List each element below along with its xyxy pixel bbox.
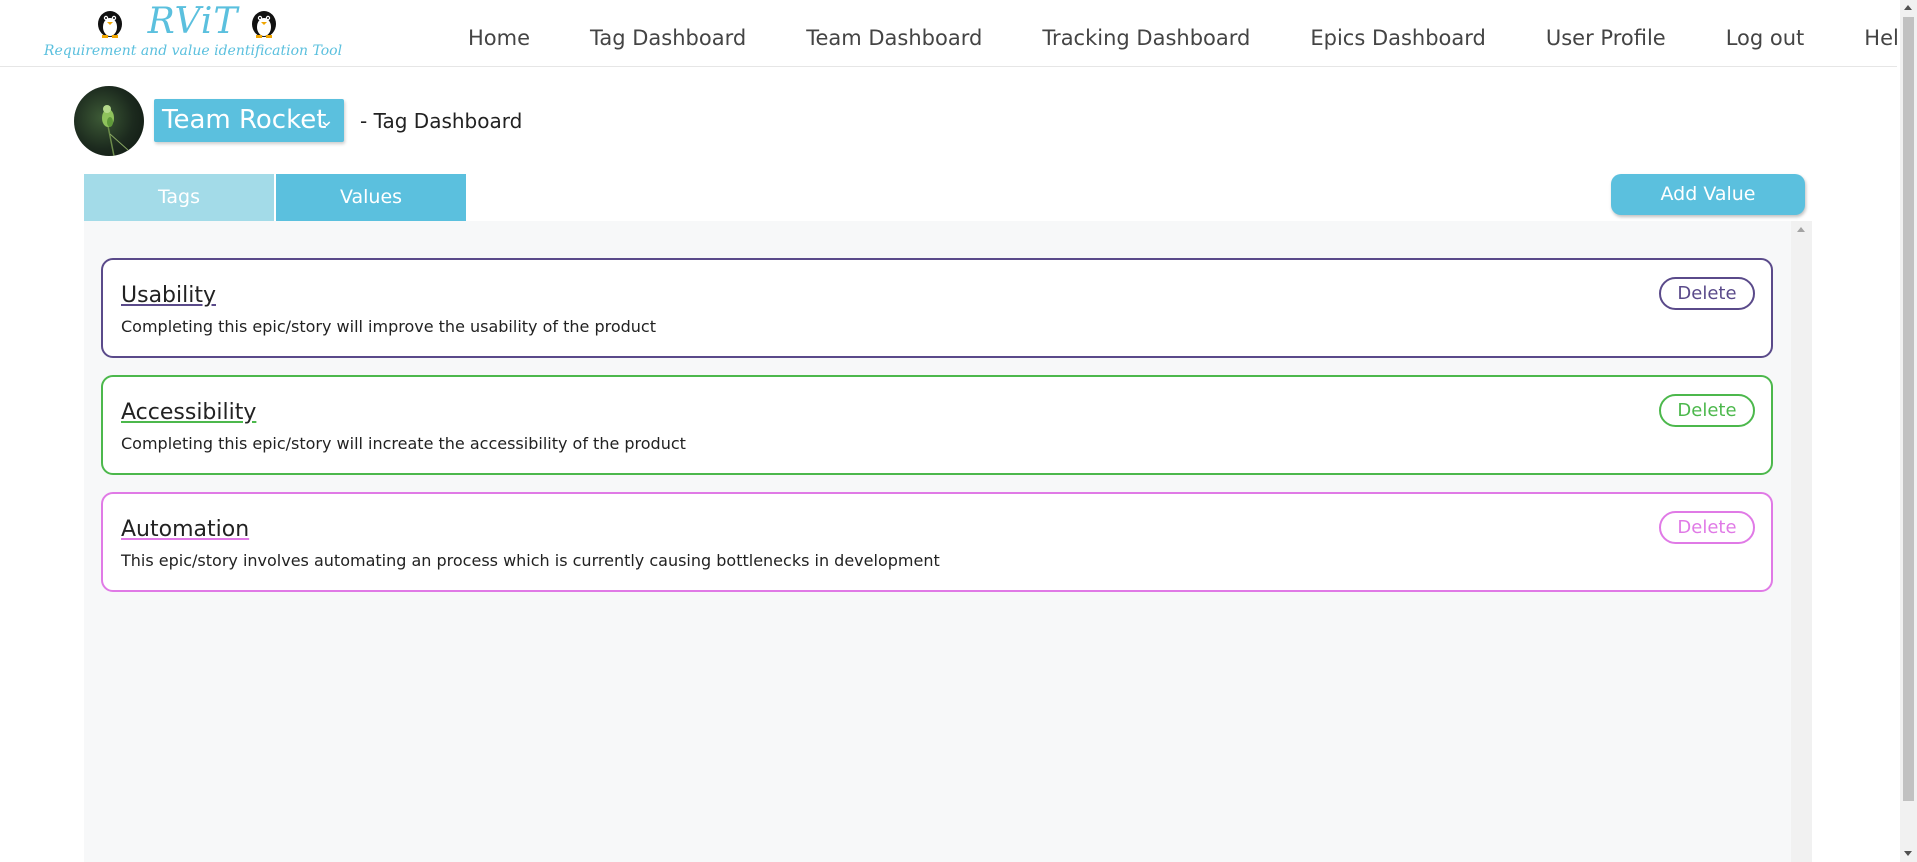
logo-subtitle: Requirement and value identification Too… [43, 43, 343, 59]
page-subtitle: - Tag Dashboard [360, 109, 523, 133]
logo-title: RViT [147, 1, 239, 42]
value-title[interactable]: Automation [121, 516, 249, 544]
delete-button[interactable]: Delete [1659, 511, 1755, 544]
nav-team-dashboard[interactable]: Team Dashboard [776, 18, 1012, 58]
team-select[interactable]: Team Rocket ⌄ [154, 99, 344, 142]
scrollbar-thumb[interactable] [1903, 17, 1914, 801]
value-card: Usability Completing this epic/story wil… [101, 258, 1773, 358]
scroll-down-icon[interactable] [1904, 851, 1912, 856]
team-select-value: Team Rocket [162, 105, 327, 135]
value-card: Automation This epic/story involves auto… [101, 492, 1773, 592]
value-title[interactable]: Accessibility [121, 399, 256, 427]
scroll-up-icon[interactable] [1797, 227, 1805, 232]
penguin-icon [252, 11, 276, 38]
add-value-button[interactable]: Add Value [1611, 174, 1805, 215]
panel-scrollbar[interactable] [1791, 221, 1812, 862]
chevron-down-icon: ⌄ [318, 110, 334, 131]
delete-button[interactable]: Delete [1659, 394, 1755, 427]
top-navbar: RViT Requirement and value identificatio… [0, 0, 1912, 67]
delete-button[interactable]: Delete [1659, 277, 1755, 310]
nav-tracking-dashboard[interactable]: Tracking Dashboard [1012, 18, 1280, 58]
window-scrollbar[interactable] [1900, 0, 1917, 862]
app-logo[interactable]: RViT Requirement and value identificatio… [8, 2, 378, 64]
team-avatar [74, 86, 144, 156]
value-description: Completing this epic/story will increate… [121, 434, 686, 453]
nav-epics-dashboard[interactable]: Epics Dashboard [1280, 18, 1516, 58]
value-description: This epic/story involves automating an p… [121, 551, 940, 570]
nav-log-out[interactable]: Log out [1696, 18, 1835, 58]
scroll-up-icon[interactable] [1904, 5, 1912, 10]
tab-tags[interactable]: Tags [84, 174, 274, 221]
nav-home[interactable]: Home [438, 18, 560, 58]
nav-tag-dashboard[interactable]: Tag Dashboard [560, 18, 776, 58]
tab-values[interactable]: Values [276, 174, 466, 221]
nav-user-profile[interactable]: User Profile [1516, 18, 1696, 58]
value-card: Accessibility Completing this epic/story… [101, 375, 1773, 475]
main-nav: Home Tag Dashboard Team Dashboard Tracki… [438, 18, 1917, 58]
bird-icon [102, 105, 129, 156]
value-title[interactable]: Usability [121, 282, 216, 310]
value-description: Completing this epic/story will improve … [121, 317, 656, 336]
